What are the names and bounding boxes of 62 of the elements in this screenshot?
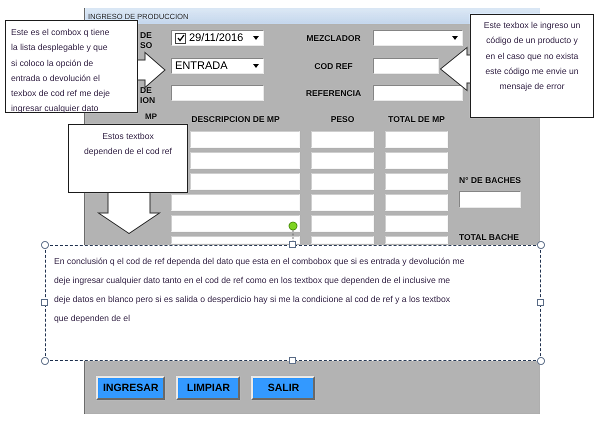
input-field[interactable]	[459, 191, 521, 208]
field-label: REFERENCIA	[306, 88, 362, 98]
date-picker[interactable]: 29/11/2016	[171, 30, 264, 46]
input-field[interactable]	[190, 173, 300, 190]
dropdown-field[interactable]	[373, 30, 463, 46]
resize-handle[interactable]	[537, 299, 544, 306]
input-field[interactable]	[311, 152, 374, 169]
resize-handle[interactable]	[537, 241, 545, 249]
field-label: DE ION	[140, 85, 156, 105]
input-field[interactable]	[171, 236, 300, 244]
dropdown-field[interactable]: ENTRADA	[171, 58, 264, 74]
input-field[interactable]	[385, 131, 448, 148]
callout: Este texbox le ingreso un código de un producto y en el caso que no exista este código me envie un mensaje de error	[470, 14, 594, 118]
callout-pointer	[138, 52, 166, 88]
callout: Estos textbox dependen de el cod ref	[68, 124, 188, 193]
resize-handle[interactable]	[289, 241, 296, 248]
annotation-text: En conclusión q el cod de ref dependa del dato que esta en el combobox que si es entrada y devolución me deje ingresar cualquier dato tanto en el cod de ref como en los textbox que dependen de el inclusive me deje datos en blanco pero si es salida o desperdicio hay si me la condicione al cod de ref y a los textbox que dependen de el	[45, 245, 541, 361]
action-button[interactable]: SALIR	[251, 376, 316, 400]
dropdown-value: ENTRADA	[175, 60, 229, 72]
column-header: TOTAL DE MP	[387, 114, 446, 124]
column-header: PESO	[330, 114, 356, 124]
input-field[interactable]	[190, 152, 300, 169]
input-field[interactable]	[311, 194, 374, 211]
batches-label: N° DE BACHES	[459, 175, 521, 185]
input-field[interactable]	[311, 131, 374, 148]
callout-pointer	[98, 193, 160, 234]
input-field[interactable]	[171, 85, 264, 101]
caret-icon	[452, 36, 458, 40]
checkbox[interactable]	[175, 32, 186, 44]
resize-handle[interactable]	[41, 299, 48, 306]
column-header: DESCRIPCION DE MP	[190, 114, 281, 124]
caret-icon	[252, 36, 258, 40]
resize-handle[interactable]	[41, 357, 49, 365]
callout-pointer	[440, 47, 470, 91]
date-value: 29/11/2016	[189, 32, 244, 44]
input-field[interactable]	[171, 215, 300, 232]
input-field[interactable]	[385, 173, 448, 190]
action-button[interactable]: INGRESAR	[96, 376, 166, 400]
field-label: DE SO	[140, 30, 152, 50]
column-header: MP	[145, 112, 157, 121]
resize-handle[interactable]	[537, 357, 545, 365]
input-field[interactable]	[311, 215, 374, 232]
input-field[interactable]	[385, 236, 448, 244]
field-label: COD REF	[314, 60, 353, 70]
total-label: TOTAL BACHE	[459, 232, 520, 242]
caret-icon	[252, 64, 258, 68]
rotation-handle[interactable]	[288, 221, 298, 241]
resize-handle[interactable]	[289, 357, 296, 364]
action-button[interactable]: LIMPIAR	[176, 376, 240, 400]
input-field[interactable]	[373, 85, 463, 101]
field-label: MEZCLADOR	[306, 33, 361, 43]
input-field[interactable]	[311, 173, 374, 190]
input-field[interactable]	[311, 236, 374, 244]
input-field[interactable]	[373, 58, 439, 74]
input-field[interactable]	[171, 194, 300, 211]
input-field[interactable]	[385, 194, 448, 211]
input-field[interactable]	[385, 152, 448, 169]
check-icon	[176, 34, 184, 42]
callout: Este es el combox q tiene la lista desplegable y que si coloco la opción de entrada o devolución el texbox de cod ref me deje ingresar cualquier dato	[5, 20, 138, 113]
input-field[interactable]	[190, 131, 300, 148]
input-field[interactable]	[385, 215, 448, 232]
resize-handle[interactable]	[41, 241, 49, 249]
